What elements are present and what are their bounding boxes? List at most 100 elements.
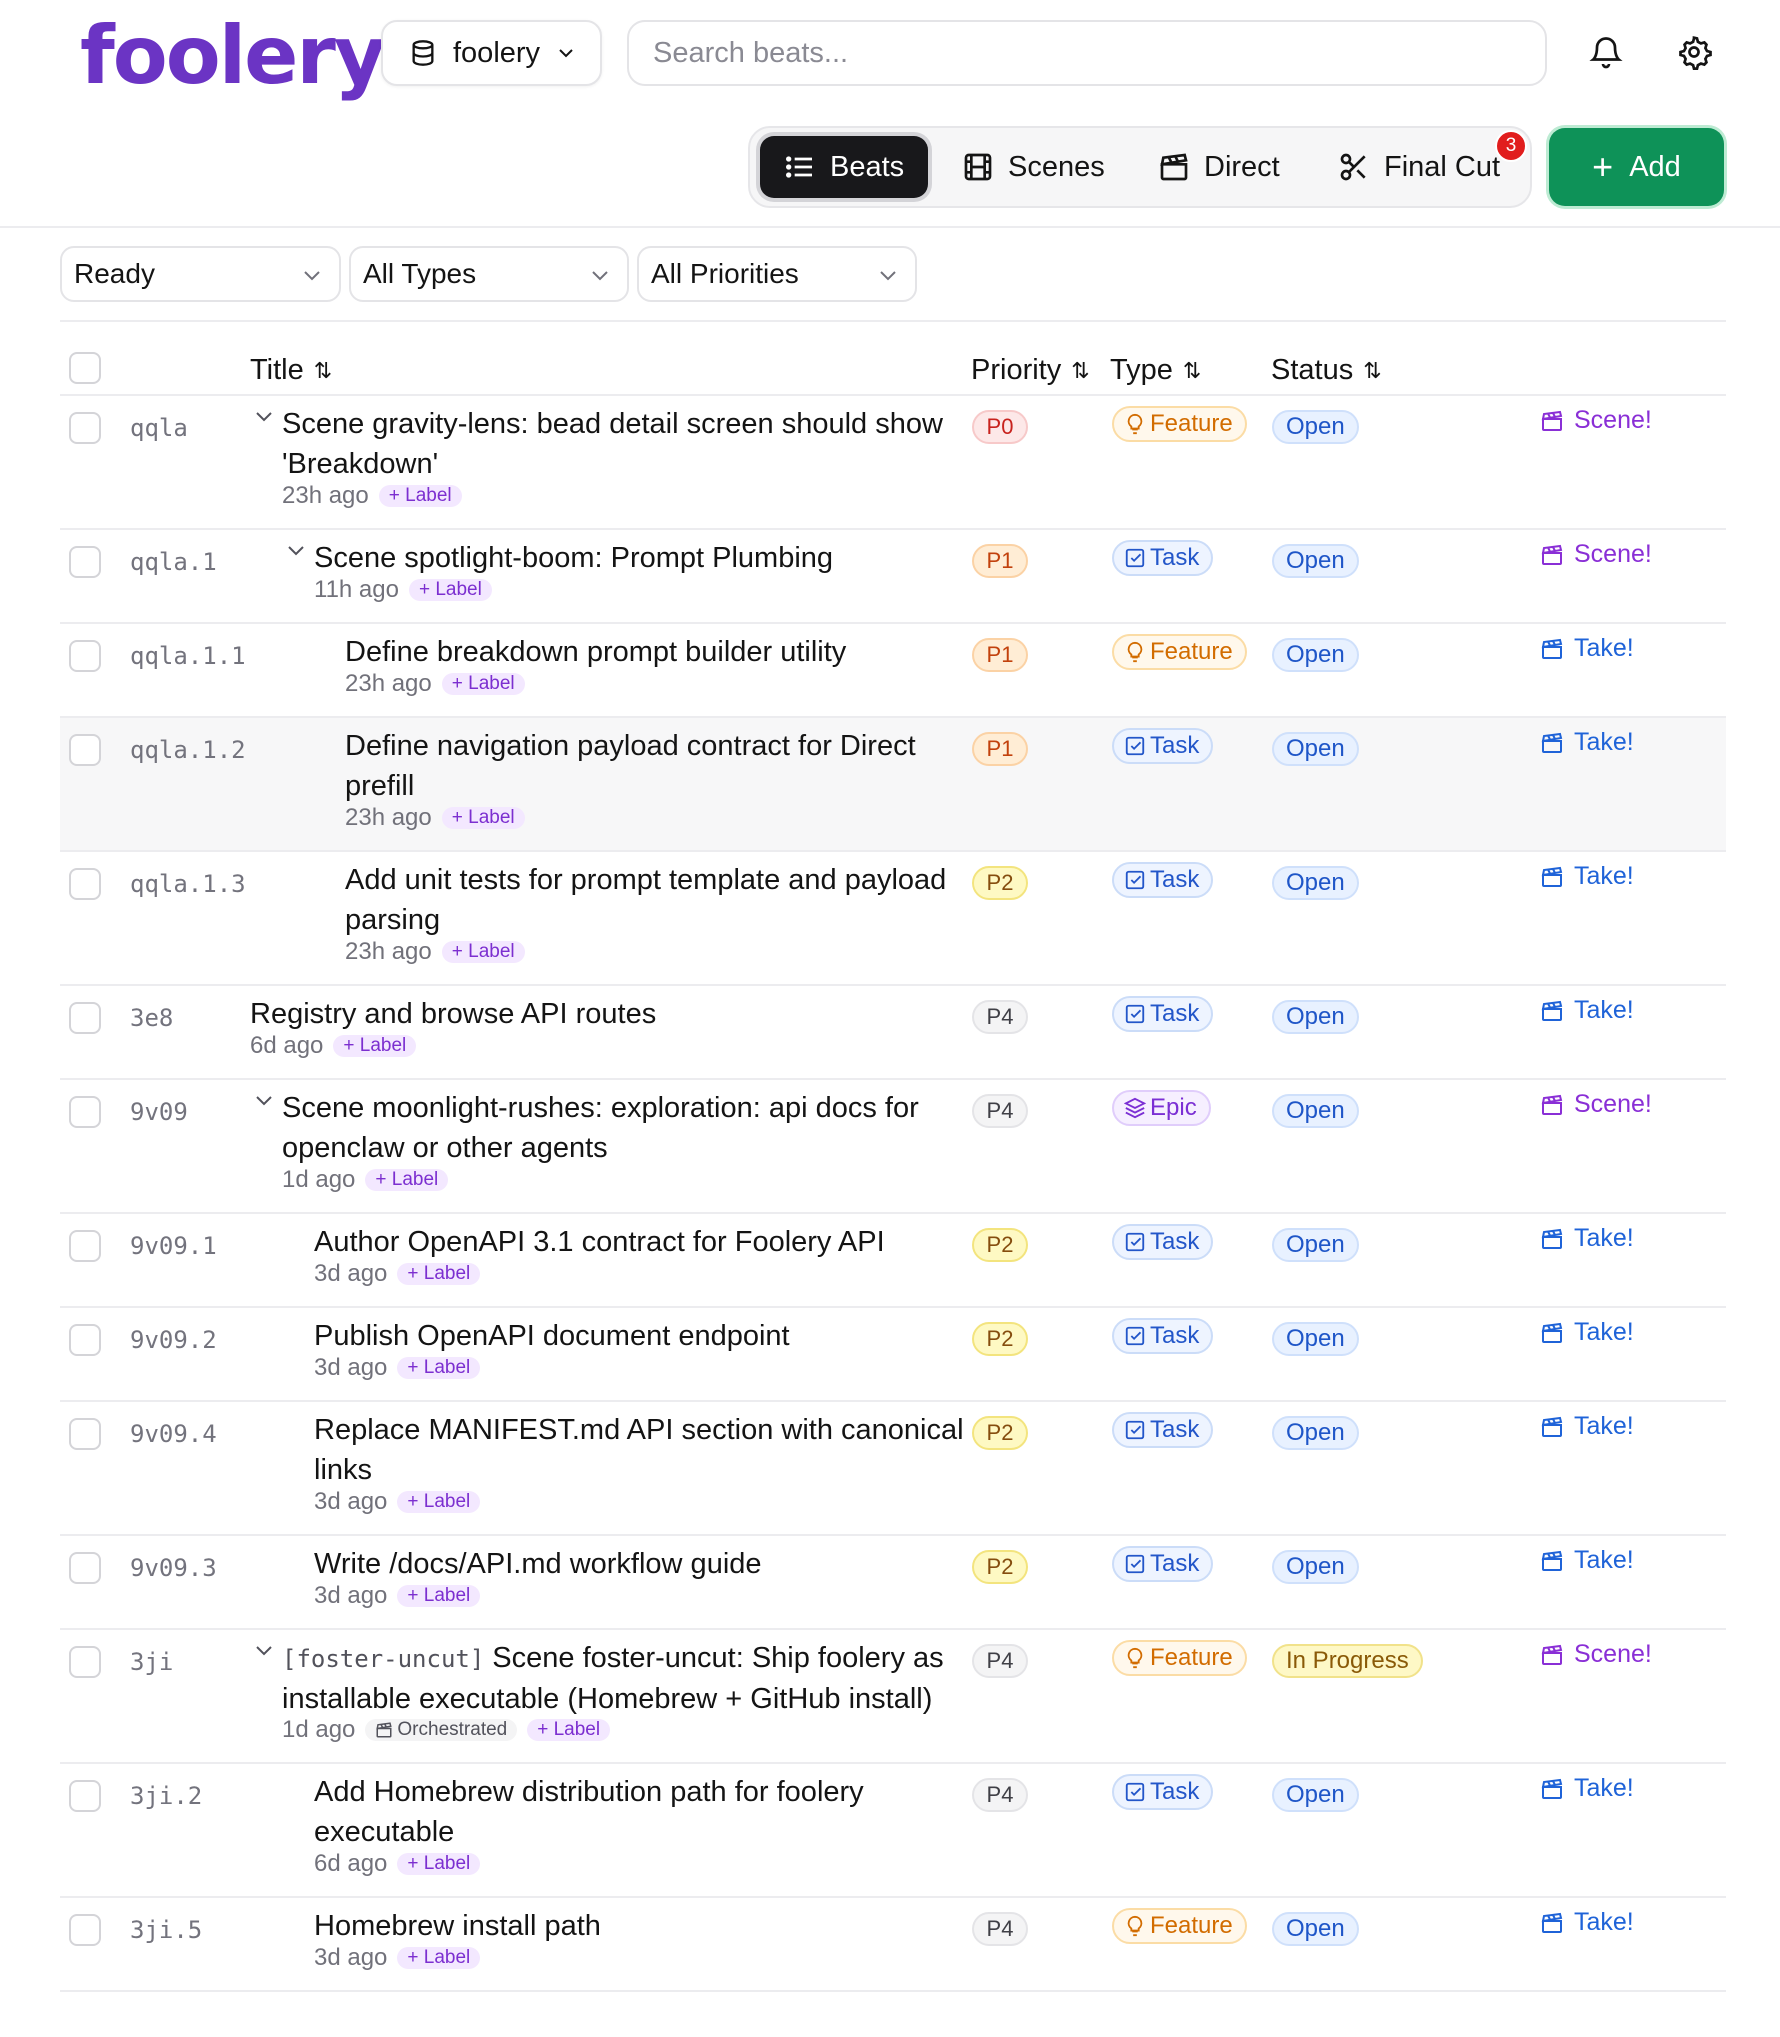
priority-badge[interactable]: P0 [972,410,1028,444]
status-badge[interactable]: Open [1272,638,1359,672]
column-title[interactable]: Title ⇅ [250,354,332,387]
tab-scenes[interactable]: Scenes [962,136,1105,198]
status-badge[interactable]: Open [1272,410,1359,444]
add-label-button[interactable]: + Label [441,807,525,829]
add-label-button[interactable]: + Label [397,1947,481,1969]
priority-badge[interactable]: P1 [972,544,1028,578]
status-badge[interactable]: Open [1272,1416,1359,1450]
take-button[interactable]: Take! [1540,1224,1634,1253]
take-button[interactable]: Take! [1540,1412,1634,1441]
beat-title[interactable]: [foster-uncut] Scene foster-uncut: Ship f… [282,1638,982,1719]
add-label-button[interactable]: + Label [397,1491,481,1513]
type-badge[interactable]: Feature [1112,634,1247,670]
row-checkbox[interactable] [69,1646,101,1678]
gear-icon[interactable] [1676,34,1712,70]
status-badge[interactable]: Open [1272,732,1359,766]
type-filter[interactable]: All Types [349,246,629,302]
take-button[interactable]: Take! [1540,728,1634,757]
tab-direct[interactable]: Direct [1158,136,1280,198]
add-label-button[interactable]: + Label [365,1169,449,1191]
scene-button[interactable]: Scene! [1540,540,1652,569]
beat-title[interactable]: Scene spotlight-boom: Prompt Plumbing [314,538,964,578]
table-row[interactable]: 9v09.1 Author OpenAPI 3.1 contract for Fo… [60,1214,1726,1308]
type-badge[interactable]: Task [1112,1412,1214,1448]
add-button[interactable]: + Add [1549,128,1724,206]
row-checkbox[interactable] [69,1002,101,1034]
add-label-button[interactable]: + Label [378,485,462,507]
row-checkbox[interactable] [69,412,101,444]
row-checkbox[interactable] [69,1552,101,1584]
priority-badge[interactable]: P4 [972,1644,1028,1678]
row-checkbox[interactable] [69,546,101,578]
status-badge[interactable]: Open [1272,1228,1359,1262]
priority-badge[interactable]: P2 [972,1228,1028,1262]
select-all-checkbox[interactable] [69,352,101,384]
table-row[interactable]: 9v09 Scene moonlight-rushes: exploration:… [60,1080,1726,1214]
status-badge[interactable]: Open [1272,1094,1359,1128]
beat-title[interactable]: Write /docs/API.md workflow guide [314,1544,964,1584]
row-checkbox[interactable] [69,1418,101,1450]
beat-title[interactable]: Publish OpenAPI document endpoint [314,1316,964,1356]
beat-title[interactable]: Replace MANIFEST.md API section with can… [314,1410,964,1490]
type-badge[interactable]: Task [1112,1318,1214,1354]
table-row[interactable]: qqla.1.3 Add unit tests for prompt templa… [60,852,1726,986]
tab-final-cut[interactable]: Final Cut [1338,136,1500,198]
add-label-button[interactable]: + Label [527,1719,611,1741]
take-button[interactable]: Take! [1540,1908,1634,1937]
take-button[interactable]: Take! [1540,1318,1634,1347]
beat-title[interactable]: Homebrew install path [314,1906,964,1946]
type-badge[interactable]: Feature [1112,1640,1247,1676]
add-label-button[interactable]: + Label [397,1263,481,1285]
priority-badge[interactable]: P4 [972,1094,1028,1128]
beat-title[interactable]: Scene gravity-lens: bead detail screen s… [282,404,962,484]
table-row[interactable]: qqla.1.1 Define breakdown prompt builder … [60,624,1726,718]
row-checkbox[interactable] [69,1324,101,1356]
add-label-button[interactable]: + Label [397,1853,481,1875]
status-badge[interactable]: Open [1272,1550,1359,1584]
search-box[interactable] [627,20,1547,86]
beat-title[interactable]: Define breakdown prompt builder utility [345,632,965,672]
beat-title[interactable]: Add unit tests for prompt template and p… [345,860,965,940]
take-button[interactable]: Take! [1540,996,1634,1025]
row-checkbox[interactable] [69,1914,101,1946]
row-checkbox[interactable] [69,1780,101,1812]
take-button[interactable]: Take! [1540,1774,1634,1803]
add-label-button[interactable]: + Label [397,1585,481,1607]
priority-badge[interactable]: P4 [972,1778,1028,1812]
table-row[interactable]: 3ji.5 Homebrew install path 3d ago + Label P… [60,1898,1726,1992]
bell-icon[interactable] [1588,34,1624,70]
status-badge[interactable]: In Progress [1272,1644,1423,1678]
state-filter[interactable]: Ready [60,246,341,302]
take-button[interactable]: Take! [1540,1546,1634,1575]
take-button[interactable]: Take! [1540,634,1634,663]
table-row[interactable]: qqla.1 Scene spotlight-boom: Prompt Plumb… [60,530,1726,624]
table-row[interactable]: 3ji.2 Add Homebrew distribution path for … [60,1764,1726,1898]
type-badge[interactable]: Task [1112,1546,1214,1582]
table-row[interactable]: 9v09.4 Replace MANIFEST.md API section wi… [60,1402,1726,1536]
column-priority[interactable]: Priority ⇅ [971,354,1090,387]
take-button[interactable]: Take! [1540,862,1634,891]
priority-badge[interactable]: P2 [972,1322,1028,1356]
expand-chevron-icon[interactable] [254,410,274,424]
add-label-button[interactable]: + Label [333,1035,417,1057]
add-label-button[interactable]: + Label [441,673,525,695]
scene-button[interactable]: Scene! [1540,406,1652,435]
type-badge[interactable]: Task [1112,862,1214,898]
row-checkbox[interactable] [69,734,101,766]
status-badge[interactable]: Open [1272,544,1359,578]
search-input[interactable] [653,36,1545,70]
app-logo[interactable]: foolery [80,10,386,102]
row-checkbox[interactable] [69,868,101,900]
add-label-button[interactable]: + Label [408,579,492,601]
priority-badge[interactable]: P4 [972,1912,1028,1946]
tab-beats[interactable]: Beats [760,136,929,198]
priority-badge[interactable]: P2 [972,866,1028,900]
priority-filter[interactable]: All Priorities [637,246,917,302]
row-checkbox[interactable] [69,640,101,672]
type-badge[interactable]: Epic [1112,1090,1211,1126]
beat-title[interactable]: Scene moonlight-rushes: exploration: api… [282,1088,962,1168]
column-status[interactable]: Status ⇅ [1271,354,1382,387]
table-row[interactable]: 3e8 Registry and browse API routes 6d ago +… [60,986,1726,1080]
add-label-button[interactable]: + Label [397,1357,481,1379]
type-badge[interactable]: Feature [1112,1908,1247,1944]
